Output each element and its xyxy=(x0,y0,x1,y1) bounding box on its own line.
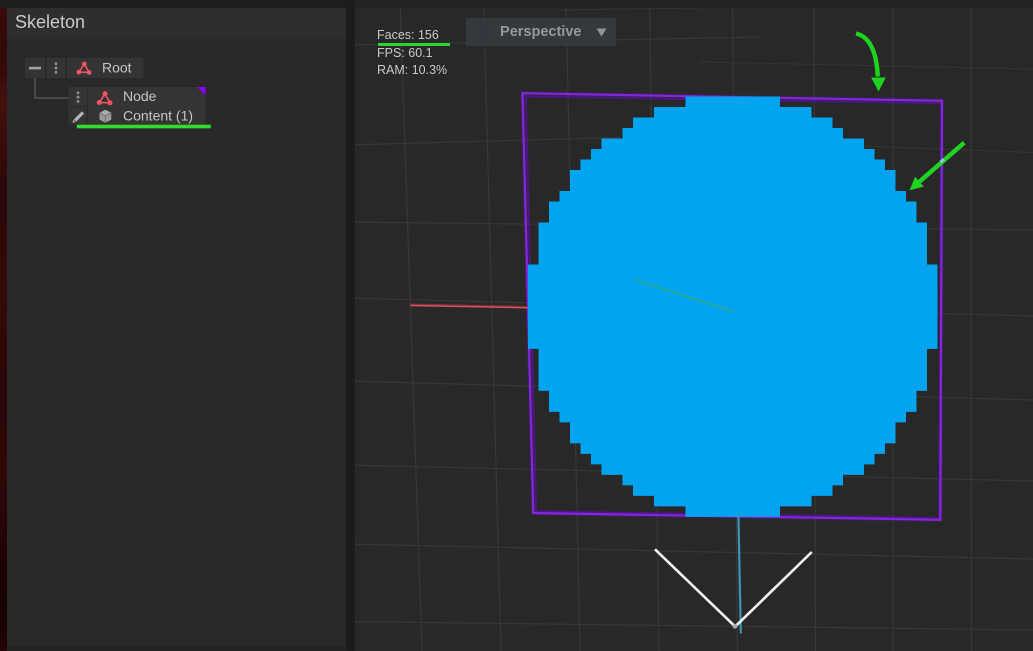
svg-text:Node: Node xyxy=(123,88,157,104)
svg-text:Root: Root xyxy=(102,60,132,76)
svg-text:Content (1): Content (1) xyxy=(123,108,193,124)
